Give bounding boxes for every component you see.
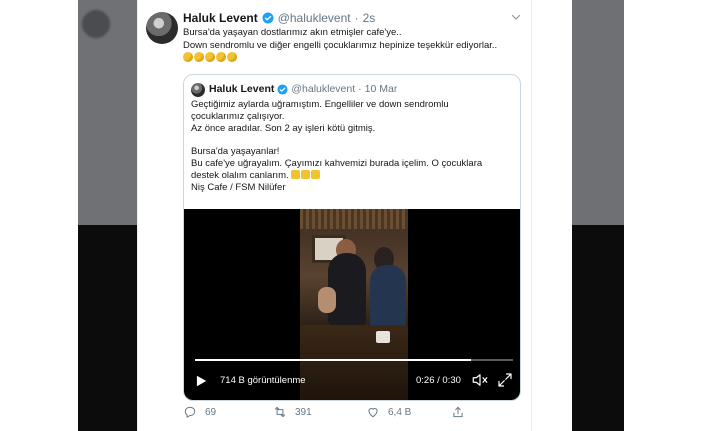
folded-hands-icon [291, 169, 301, 179]
video-scene-table [300, 325, 408, 400]
retweet-button[interactable]: 391 [273, 405, 312, 419]
background-right-video [572, 225, 624, 431]
quoted-tweet-text: Geçtiğimiz aylarda uğramıştım. Engellile… [191, 99, 516, 193]
quoted-tweet[interactable]: Haluk Levent @haluklevent · 10 Mar Geçti… [183, 74, 521, 401]
retweet-count: 391 [295, 406, 312, 418]
quoted-author-handle[interactable]: @haluklevent [291, 83, 355, 95]
reply-button[interactable]: 69 [183, 405, 216, 419]
video-scene-cup [376, 331, 390, 343]
video-progress-bar[interactable] [195, 359, 513, 361]
verified-badge-icon [277, 83, 288, 95]
right-margin [624, 0, 706, 431]
quoted-header-separator: · [358, 83, 362, 95]
background-left-video [78, 225, 138, 431]
quoted-text-line: Bursa'da yaşayanlar! [191, 146, 280, 158]
verified-badge-icon [262, 12, 274, 24]
tweet-card[interactable]: Haluk Levent @haluklevent · 2s Bursa'da … [137, 0, 532, 431]
quoted-text-line: Geçtiğimiz aylarda uğramıştım. Engellile… [191, 99, 449, 110]
quoted-text-line: Niş Cafe / FSM Nilüfer [191, 181, 286, 193]
like-button[interactable]: 6,4 B [366, 405, 411, 419]
like-icon [368, 408, 378, 418]
quoted-text-line: çocuklarımız çalışıyor. [191, 110, 285, 122]
chevron-down-icon[interactable] [510, 11, 522, 23]
emoji-row [183, 52, 237, 62]
play-icon[interactable] [194, 374, 208, 388]
left-margin [0, 0, 78, 431]
share-button[interactable] [451, 405, 465, 419]
tweet-text: Bursa'da yaşayan dostlarımız akın etmişl… [183, 27, 523, 52]
view-count: 714 B görüntülenme [220, 375, 306, 386]
quoted-text-line: destek olalım canlarım. [191, 169, 289, 181]
header-separator: · [354, 11, 359, 25]
reply-count: 69 [205, 406, 217, 418]
clapping-hands-icon [227, 52, 237, 62]
folded-hands-icon [301, 169, 311, 179]
clapping-hands-icon [183, 52, 193, 62]
retweet-icon [274, 406, 286, 418]
quoted-author-avatar[interactable] [191, 83, 205, 97]
clapping-hands-icon [216, 52, 226, 62]
background-avatar [82, 10, 110, 38]
quoted-tweet-header: Haluk Levent @haluklevent · 10 Mar [209, 83, 397, 95]
clapping-hands-icon [194, 52, 204, 62]
video-scene-child [318, 287, 336, 313]
volume-icon[interactable] [471, 371, 489, 389]
quoted-text-line: Bu cafe'ye uğrayalım. Çayımızı kahvemizi… [191, 157, 483, 169]
quoted-text-line-with-emoji: destek olalım canlarım. [191, 169, 516, 182]
video-progress-fill [195, 359, 471, 361]
quoted-author-name[interactable]: Haluk Levent [209, 83, 274, 95]
share-icon [453, 406, 463, 418]
author-name[interactable]: Haluk Levent [183, 11, 258, 25]
video-scene-wall [300, 209, 408, 229]
author-handle[interactable]: @haluklevent [278, 11, 351, 25]
author-avatar[interactable] [146, 12, 178, 44]
reply-icon [184, 406, 196, 418]
clapping-hands-icon [205, 52, 215, 62]
quoted-text-line: Az önce aradılar. Son 2 ay işleri kötü g… [191, 122, 376, 134]
tweet-text-line: Down sendromlu ve diğer engelli çocuklar… [183, 39, 498, 51]
tweet-text-line: Bursa'da yaşayan dostlarımız akın etmişl… [183, 27, 402, 38]
quoted-tweet-date[interactable]: 10 Mar [365, 83, 398, 95]
tweet-actions: 69 391 6,4 B [183, 405, 513, 423]
tweet-time[interactable]: 2s [363, 11, 376, 25]
tweet-header: Haluk Levent @haluklevent · 2s [183, 11, 375, 25]
video-duration: 0:26 / 0:30 [416, 375, 461, 386]
fullscreen-icon[interactable] [496, 371, 514, 389]
folded-hands-icon [311, 169, 321, 179]
like-count: 6,4 B [388, 406, 412, 418]
video-player[interactable]: 714 B görüntülenme 0:26 / 0:30 [184, 209, 520, 400]
video-frame[interactable] [300, 209, 408, 400]
